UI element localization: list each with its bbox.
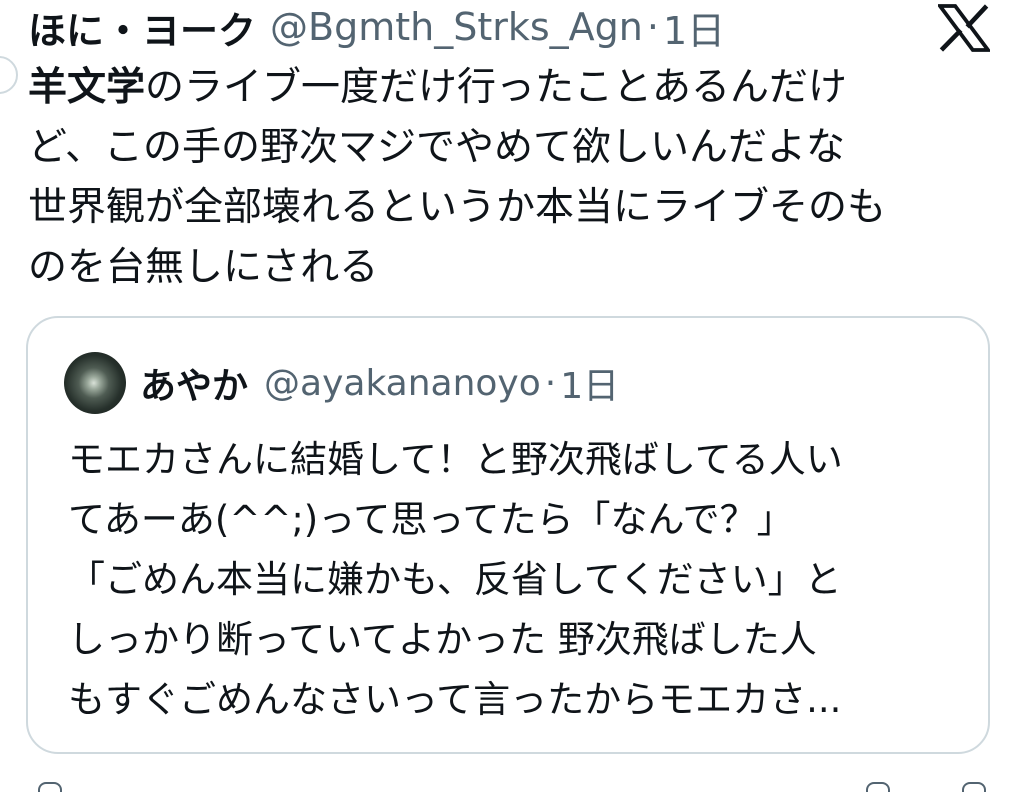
tweet: ほに・ヨーク @Bgmth_Strks_Agn · 1日 羊文学のライブ一度だけ… [0,0,1020,792]
separator-dot: · [646,5,659,49]
quoted-handle: @ayakananoyo [264,362,541,404]
author-avatar[interactable] [0,56,18,94]
quoted-avatar[interactable] [64,352,126,414]
tweet-text-emphasis[interactable]: 羊文学 [28,65,145,110]
share-icon[interactable] [866,782,890,792]
tweet-text-body: のライブ一度だけ行ったことあるんだけ ど、この手の野次マジでやめて欲しいんだよな… [28,65,887,290]
author-display-name[interactable]: ほに・ヨーク [28,0,256,55]
quoted-tweet-text: モエカさんに結婚して！と野次飛ばしてる人い てあーあ(^^;)って思ってたら「な… [68,438,843,721]
quoted-display-name: あやか [140,366,249,407]
quoted-timestamp: 1日 [560,366,620,407]
action-bar [0,776,1020,792]
x-logo-icon [938,4,990,52]
bookmark-icon[interactable] [962,782,986,792]
tweet-timestamp[interactable]: 1日 [663,0,725,55]
reply-icon[interactable] [38,782,62,792]
quoted-separator-dot: · [544,362,557,404]
author-handle[interactable]: @Bgmth_Strks_Agn [270,5,643,49]
tweet-text: 羊文学のライブ一度だけ行ったことあるんだけ ど、この手の野次マジでやめて欲しいん… [28,58,988,298]
quoted-tweet-header: あやか @ayakananoyo · 1日 [140,356,619,410]
tweet-header: ほに・ヨーク @Bgmth_Strks_Agn · 1日 [28,0,725,55]
quoted-tweet-card[interactable]: あやか @ayakananoyo · 1日 モエカさんに結婚して！と野次飛ばして… [26,316,990,754]
